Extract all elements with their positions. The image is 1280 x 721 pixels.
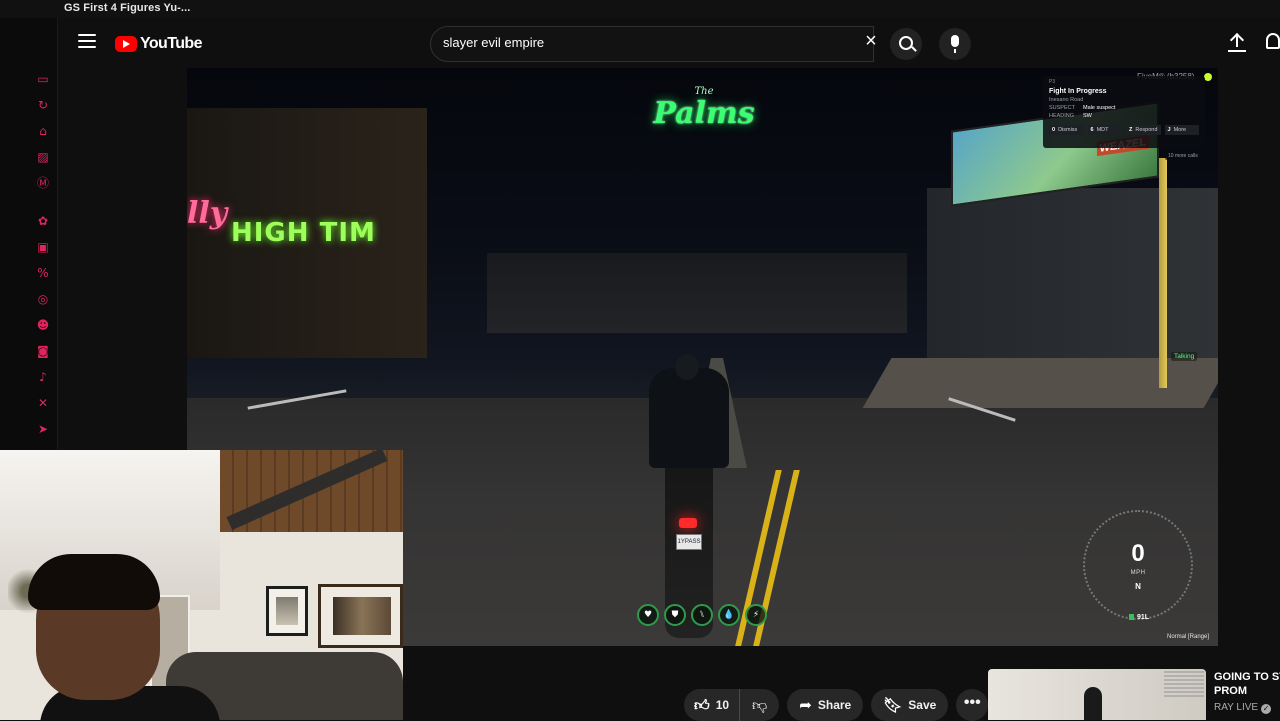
neon-sign-pink: lly [187,196,228,231]
like-dislike-group: 👍︎ 10 👎︎ [684,689,780,721]
save-button[interactable]: 🔖︎ Save [871,689,949,721]
like-count: 10 [715,698,730,712]
connection-dot-icon [1204,73,1212,81]
speed-unit: MPH [1130,570,1146,576]
thumbs-up-icon: 👍︎ [694,695,710,714]
taillight [679,518,697,528]
voice-mode: Normal [Range] [1167,634,1210,640]
speed-value: 0 [1131,540,1145,567]
car-icon[interactable]: ⌂ [36,124,50,138]
server-logo: The Palms [649,86,759,144]
like-button[interactable]: 👍︎ 10 [684,689,741,721]
instagram-icon[interactable]: ◙ [36,344,50,358]
server-logo-main: Palms [653,96,755,131]
whatsapp-icon[interactable]: ◎ [36,292,50,306]
dispatch-location: Inesano Road [1049,97,1084,103]
search-box [430,26,874,62]
gamepad-icon[interactable]: ▭ [36,72,50,86]
refresh-icon[interactable]: ↻ [36,98,50,112]
up-next-thumbnail[interactable] [988,669,1206,720]
webcam-overlay[interactable] [0,450,403,720]
notifications-bell-icon[interactable] [1266,33,1280,49]
up-next-channel[interactable]: RAY LIVE ✓ [1214,702,1272,714]
license-plate: 1YPASS [676,534,702,550]
food-icon: ⑊ [691,604,713,626]
dispatch-alert: P3 Fight In Progress Inesano Road SUSPEC… [1043,76,1205,148]
rider-head [675,354,699,380]
hamburger-menu-icon[interactable] [78,34,96,48]
search-input[interactable] [443,35,843,50]
share-icon: ➦ [799,696,812,714]
picture-frame [266,586,308,636]
video-actions: 👍︎ 10 👎︎ ➦ Share 🔖︎ Save ••• [684,689,989,721]
talking-indicator: Talking [1171,352,1198,361]
browser-tab-strip: GS First 4 Figures Yu-... [0,0,1280,18]
fuel-level: 91L [1129,614,1149,621]
dispatch-dismiss: 0 Dismiss [1049,125,1084,135]
dispatch-title: Fight In Progress [1049,88,1107,95]
up-next-title-line2: PROM [1214,685,1247,697]
gear-indicator: N [1135,582,1141,591]
more-actions-button[interactable]: ••• [956,689,989,721]
shield-icon: ⛊ [664,604,686,626]
youtube-wordmark: YouTube [140,35,202,52]
dispatch-field-value: Male suspect [1083,105,1116,111]
rider [649,368,729,468]
card-icon[interactable]: ▨ [36,150,50,164]
building-right [927,188,1218,368]
neon-sign-high-times: HIGH TIM [231,218,376,248]
streamer-hair [28,554,160,610]
upload-icon-base [1228,50,1246,52]
discord-icon[interactable]: ☻ [36,318,50,332]
twitch-icon[interactable]: ▣ [36,240,50,254]
tab-title[interactable]: GS First 4 Figures Yu-... [64,2,190,14]
dispatch-actions: 0 Dismiss 6 MDT Z Respond J More [1049,125,1199,135]
speedometer: 0 MPH N [1083,510,1193,620]
more-calls-badge: 10 more calls [1165,152,1201,160]
channel-name: RAY LIVE [1214,702,1259,713]
heart-icon: ♥ [637,604,659,626]
percent-icon[interactable]: % [36,266,50,280]
dispatch-field-key: HEADING [1049,113,1075,119]
telegram-icon[interactable]: ➤ [36,422,50,436]
youtube-masthead: YouTube × [58,18,1280,68]
bookmark-icon: 🔖︎ [883,696,903,714]
dispatch-field: SUSPECT Male suspect [1049,105,1199,111]
dispatch-code: P3 [1049,79,1056,85]
social-sidebar: ▭ ↻ ⌂ ▨ Ⓜ ✿ ▣ % ◎ ☻ ◙ ♪ ✕ ➤ [0,18,58,450]
verified-icon: ✓ [1261,704,1272,714]
dispatch-field-value: SW [1083,113,1092,119]
clear-search-icon[interactable]: × [861,31,881,51]
thumbs-down-icon: 👎︎ [752,695,768,714]
dislike-button[interactable]: 👎︎ [740,689,779,721]
voice-search-mic-icon[interactable] [939,28,971,60]
dispatch-mdt: 6 MDT [1087,125,1122,135]
street-light-pole [1159,158,1167,388]
m-badge-icon[interactable]: Ⓜ [36,176,50,190]
dispatch-more: J More [1164,125,1199,135]
tiktok-icon[interactable]: ♪ [36,370,50,384]
openai-icon[interactable]: ✿ [36,214,50,228]
share-label: Share [817,698,852,712]
up-next-title[interactable]: GOING TO ST PROM [1214,670,1280,698]
share-button[interactable]: ➦ Share [787,689,864,721]
up-next-title-line1: GOING TO ST [1214,671,1280,683]
youtube-logo[interactable]: YouTube [115,34,202,54]
building-distant [487,253,907,333]
water-icon: 💧 [718,604,740,626]
thumbnail-figure [1084,687,1102,720]
dispatch-respond: Z Respond [1126,125,1161,135]
picture-frame [318,584,403,648]
search-button[interactable] [890,28,922,60]
dispatch-field: HEADING SW [1049,113,1199,119]
status-bar: ♥ ⛊ ⑊ 💧 ⚡ [637,604,767,626]
youtube-play-icon [115,36,137,52]
dispatch-field-key: SUSPECT [1049,105,1075,111]
thumbnail-chat [1164,671,1204,699]
stamina-icon: ⚡ [745,604,767,626]
x-icon[interactable]: ✕ [36,396,50,410]
save-label: Save [908,698,937,712]
